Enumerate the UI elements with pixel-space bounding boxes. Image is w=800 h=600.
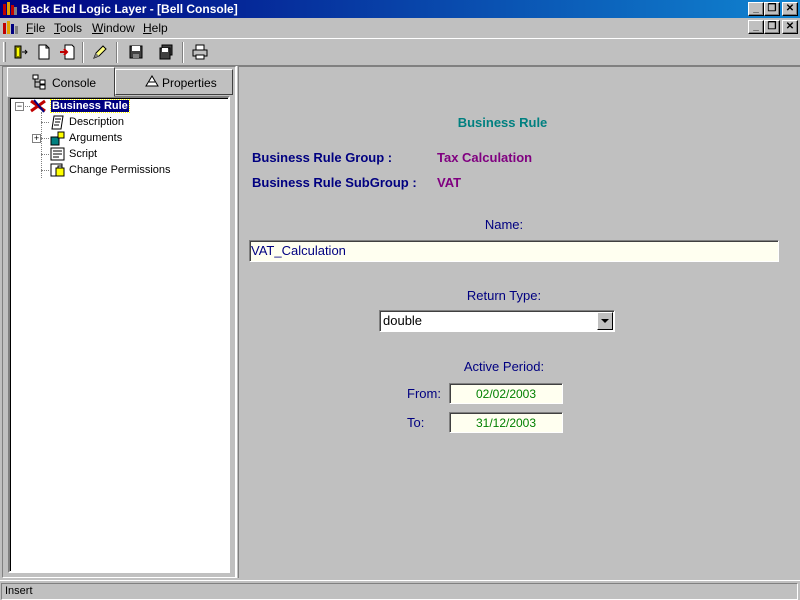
edit-icon	[93, 45, 107, 59]
edit-button[interactable]	[89, 42, 111, 63]
tree-item-label: Arguments	[69, 132, 123, 144]
return-type-label: Return Type:	[466, 288, 542, 303]
left-pane: Console Properties − Business Rule Descr…	[2, 66, 236, 578]
return-type-select[interactable]: double	[379, 310, 615, 332]
toolbar-separator	[182, 42, 184, 63]
toolbar	[0, 38, 800, 66]
menu-bar: File Tools Window Help	[0, 18, 800, 38]
toolbar-separator	[116, 42, 118, 63]
to-label: To:	[407, 415, 425, 430]
dropdown-button[interactable]	[597, 312, 613, 330]
menu-help[interactable]: Help	[143, 21, 168, 35]
mdi-close-button[interactable]: ✕	[782, 20, 798, 34]
save-icon	[129, 45, 143, 59]
mdi-restore-button[interactable]: ❐	[764, 20, 780, 34]
menu-window[interactable]: Window	[92, 21, 135, 35]
exit-button[interactable]	[9, 42, 31, 63]
toolbar-separator	[82, 42, 84, 63]
import-button[interactable]	[56, 42, 78, 63]
minimize-button[interactable]: _	[748, 2, 764, 16]
tree-item-label: Change Permissions	[69, 164, 171, 176]
status-bar: Insert	[0, 580, 800, 600]
permissions-icon	[50, 163, 66, 181]
active-period-label: Active Period:	[463, 359, 545, 374]
tree-collapse-toggle[interactable]: −	[15, 102, 24, 111]
menu-window-accel: W	[92, 21, 104, 35]
tree-item-label: Description	[69, 116, 125, 128]
tab-console-label: Console	[52, 76, 97, 90]
tab-properties-label: Properties	[162, 76, 217, 90]
console-tree-icon	[32, 74, 48, 93]
to-date-input[interactable]: 31/12/2003	[449, 412, 563, 433]
business-rule-subgroup-label: Business Rule SubGroup :	[252, 175, 417, 190]
mdi-minimize-button[interactable]: _	[748, 20, 764, 34]
restore-button[interactable]: ❐	[764, 2, 780, 16]
from-label: From:	[407, 386, 441, 401]
print-button[interactable]	[189, 42, 211, 63]
menu-tools[interactable]: Tools	[54, 21, 82, 35]
new-document-icon	[38, 44, 50, 60]
tab-console[interactable]: Console	[7, 67, 115, 97]
window-title: Back End Logic Layer - [Bell Console]	[21, 2, 238, 16]
menu-file[interactable]: File	[26, 21, 45, 35]
save-all-icon	[159, 44, 173, 60]
menu-window-rest: indow	[103, 21, 135, 35]
tree-line	[41, 170, 49, 171]
menu-help-rest: elp	[151, 21, 168, 35]
menu-help-accel: H	[143, 21, 152, 35]
return-type-value: double	[383, 313, 423, 328]
new-button[interactable]	[33, 42, 55, 63]
chevron-down-icon	[601, 319, 609, 323]
from-date-input[interactable]: 02/02/2003	[449, 383, 563, 404]
menu-file-rest: ile	[33, 21, 46, 35]
properties-form: Business Rule Business Rule Group : Tax …	[238, 66, 800, 578]
name-input[interactable]: VAT_Calculation	[249, 240, 779, 262]
business-rule-icon	[30, 99, 48, 116]
print-icon	[192, 44, 208, 60]
tree-item-label: Business Rule	[50, 99, 130, 113]
name-label: Name:	[484, 217, 524, 232]
form-heading: Business Rule	[457, 115, 548, 130]
save-all-button[interactable]	[155, 42, 177, 63]
tree-line	[41, 138, 49, 139]
import-icon	[60, 44, 75, 60]
close-button[interactable]: ✕	[782, 2, 798, 16]
mdi-child-icon[interactable]	[2, 20, 20, 36]
save-button[interactable]	[125, 42, 147, 63]
tree-expand-toggle[interactable]: +	[32, 134, 41, 143]
toolbar-grip[interactable]	[3, 42, 6, 62]
tree-line	[41, 122, 49, 123]
title-bar[interactable]: Back End Logic Layer - [Bell Console] _ …	[0, 0, 800, 18]
business-rule-group-label: Business Rule Group :	[252, 150, 393, 165]
tab-properties[interactable]: Properties	[115, 69, 233, 95]
menu-tools-rest: ools	[60, 21, 83, 35]
business-rule-group-value: Tax Calculation	[437, 150, 533, 165]
exit-icon	[14, 45, 28, 59]
tree-item-label: Script	[69, 148, 98, 160]
business-rule-subgroup-value: VAT	[437, 175, 462, 190]
tree-view[interactable]: − Business Rule Description + Arguments	[8, 96, 230, 573]
tree-line	[41, 154, 49, 155]
properties-icon	[144, 74, 160, 91]
status-text: Insert	[1, 583, 798, 600]
app-icon[interactable]	[2, 1, 18, 17]
